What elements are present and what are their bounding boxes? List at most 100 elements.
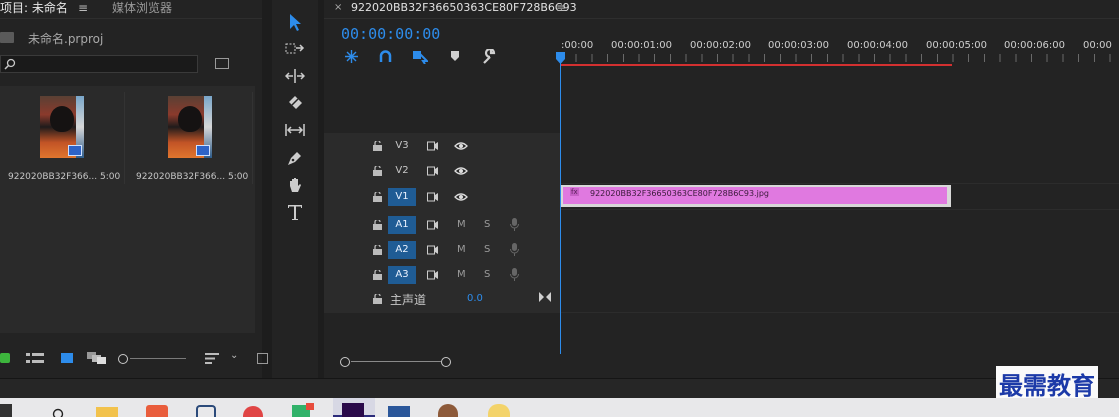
file-explorer-icon[interactable] (96, 407, 118, 417)
chevron-down-icon[interactable]: ⌄ (230, 350, 238, 361)
search-icon[interactable] (52, 407, 64, 417)
project-tab-bar: 项目: 未命名 ≡ 媒体浏览器 (0, 0, 262, 19)
fx-badge[interactable]: fx (570, 188, 579, 196)
sequence-tab[interactable]: 922020BB32F36650363CE80F728B6C93 (351, 1, 577, 14)
panel-menu-icon[interactable]: ≡ (78, 1, 88, 15)
icon-view-icon[interactable] (61, 353, 73, 363)
hand-tool[interactable] (283, 174, 307, 196)
ruler-tick: 00:00:06:00 (1004, 40, 1066, 51)
track-label-v2[interactable]: V2 (388, 162, 416, 180)
lock-icon[interactable] (373, 141, 382, 151)
lock-icon[interactable] (373, 294, 382, 304)
project-file-name: 未命名.prproj (28, 32, 104, 46)
playhead-line[interactable] (560, 52, 561, 354)
selection-tool[interactable] (283, 11, 307, 33)
scrollbar-track[interactable] (351, 361, 441, 362)
ruler-tick: :00:00 (561, 40, 594, 51)
tab-divider (324, 18, 1119, 19)
clip[interactable]: fx 922020BB32F36650363CE80F728B6C93.jpg (561, 185, 951, 207)
track-lane-a3[interactable] (560, 262, 1119, 288)
track-label-a1[interactable]: A1 (388, 216, 416, 234)
sync-lock-icon[interactable] (427, 220, 439, 230)
solo-button[interactable]: S (484, 266, 490, 284)
slip-tool[interactable] (283, 119, 307, 141)
watermark: 最需教育 (996, 366, 1098, 401)
track-label-a3[interactable]: A3 (388, 266, 416, 284)
microphone-icon[interactable] (510, 243, 519, 257)
lock-icon[interactable] (373, 192, 382, 202)
sync-lock-icon[interactable] (427, 245, 439, 255)
track-label-a2[interactable]: A2 (388, 241, 416, 259)
new-bin-icon[interactable] (257, 353, 268, 364)
list-view-icon[interactable] (26, 353, 44, 364)
tab-project[interactable]: 项目: 未命名 (0, 0, 68, 17)
go-to-in-out-icon[interactable] (539, 292, 551, 302)
nest-sequence-icon[interactable] (345, 50, 358, 63)
pen-tool[interactable] (283, 147, 307, 169)
eye-icon[interactable] (454, 166, 468, 176)
lock-icon[interactable] (373, 270, 382, 280)
sort-icon[interactable] (205, 353, 219, 364)
microphone-icon[interactable] (510, 268, 519, 282)
solo-button[interactable]: S (484, 216, 490, 234)
mute-button[interactable]: M (457, 266, 466, 284)
media-item[interactable]: 922020BB32F366... 5:00 (128, 92, 253, 184)
panel-menu-icon[interactable]: ≡ (556, 1, 566, 15)
snap-icon[interactable] (379, 50, 392, 63)
linked-selection-icon[interactable] (413, 49, 428, 64)
taskbar-active-app[interactable] (333, 398, 375, 417)
solo-button[interactable]: S (484, 241, 490, 259)
sync-lock-icon[interactable] (427, 141, 439, 151)
scrollbar-end-handle[interactable] (441, 357, 451, 367)
track-lane-a2[interactable] (560, 237, 1119, 263)
track-lane-v3[interactable] (560, 133, 1119, 159)
playhead-timecode[interactable]: 00:00:00:00 (341, 25, 440, 43)
media-grid: 922020BB32F366... 5:00 922020BB32F366...… (0, 86, 255, 333)
lock-icon[interactable] (373, 245, 382, 255)
eye-icon[interactable] (454, 192, 468, 202)
master-volume-value[interactable]: 0.0 (467, 293, 483, 304)
ruler-tick: 00:00:04:00 (847, 40, 909, 51)
sync-lock-icon[interactable] (427, 270, 439, 280)
tab-media-browser[interactable]: 媒体浏览器 (112, 0, 172, 17)
zoom-slider-track[interactable] (130, 358, 186, 359)
app-icon[interactable] (488, 404, 510, 417)
track-select-tool[interactable] (283, 38, 307, 60)
word-icon[interactable] (388, 406, 410, 417)
microphone-icon[interactable] (510, 218, 519, 232)
app-icon[interactable] (196, 405, 216, 417)
search-input[interactable] (0, 55, 198, 73)
lock-icon[interactable] (373, 166, 382, 176)
app-icon[interactable] (438, 404, 458, 417)
lock-icon[interactable] (373, 220, 382, 230)
sync-lock-icon[interactable] (427, 192, 439, 202)
razor-tool[interactable] (283, 92, 307, 114)
work-area-bar[interactable] (560, 64, 952, 66)
media-item-duration: 5:00 (228, 172, 249, 182)
mute-button[interactable]: M (457, 216, 466, 234)
sync-lock-icon[interactable] (427, 166, 439, 176)
track-lane-a1[interactable] (560, 212, 1119, 238)
track-label-v3[interactable]: V3 (388, 137, 416, 155)
lock-bin-icon[interactable] (0, 353, 10, 363)
mute-button[interactable]: M (457, 241, 466, 259)
app-icon[interactable] (146, 405, 168, 417)
wrench-icon[interactable] (481, 49, 496, 64)
track-lane-v2[interactable] (560, 158, 1119, 184)
track-label-v1[interactable]: V1 (388, 188, 416, 206)
scrollbar-start-handle[interactable] (340, 357, 350, 367)
add-marker-icon[interactable] (450, 51, 460, 62)
windows-start-icon[interactable] (0, 404, 12, 417)
close-tab-icon[interactable]: × (334, 2, 342, 13)
time-ruler[interactable]: :00:00 00:00:01:00 00:00:02:00 00:00:03:… (560, 38, 1119, 68)
playhead-handle[interactable] (556, 52, 565, 64)
new-search-bin-icon[interactable] (215, 58, 229, 69)
type-tool[interactable] (283, 201, 307, 223)
media-item[interactable]: 922020BB32F366... 5:00 (0, 92, 125, 184)
ripple-edit-tool[interactable] (283, 65, 307, 87)
eye-icon[interactable] (454, 141, 468, 151)
track-row-v1: V1 (324, 184, 559, 210)
freeform-view-icon[interactable] (87, 352, 107, 364)
zoom-slider-handle[interactable] (118, 354, 128, 364)
browser-icon[interactable] (243, 406, 263, 417)
